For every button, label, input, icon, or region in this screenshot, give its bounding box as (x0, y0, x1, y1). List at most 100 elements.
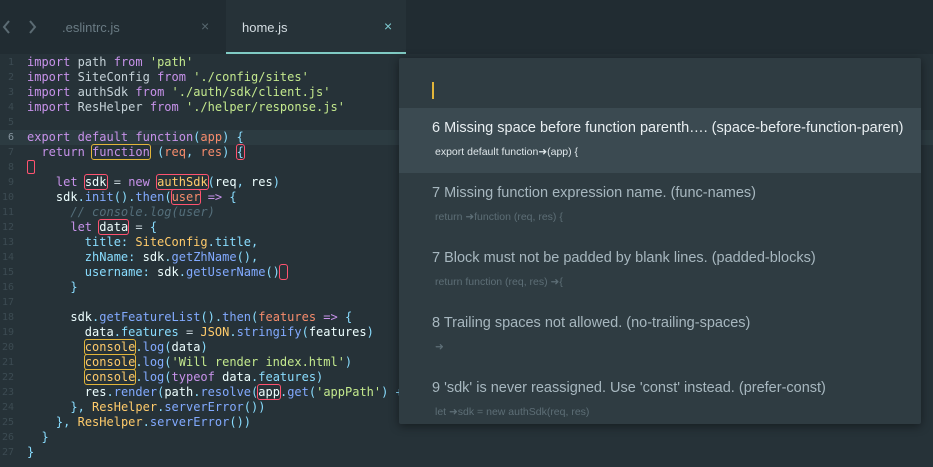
code-token: path (70, 55, 114, 69)
result-title: 8 Trailing spaces not allowed. (no-trail… (432, 315, 751, 331)
code-token: authSdk (70, 85, 136, 99)
code-token: from (149, 100, 179, 114)
code-token: ) (272, 175, 280, 189)
code-token: log (142, 370, 165, 384)
result-title: 7 Missing function expression name. (fun… (432, 185, 756, 201)
code-token: res (251, 175, 273, 189)
code-token: . (207, 235, 215, 249)
close-icon[interactable]: × (384, 19, 392, 33)
code-line: } (27, 445, 34, 460)
code-token: { (337, 310, 353, 324)
code-token: . (135, 340, 143, 354)
code-token: getFeatureList (99, 310, 201, 324)
code-token: features (258, 370, 317, 384)
line-number: 3 (7, 87, 14, 98)
tab-home-js[interactable]: home.js × (226, 0, 406, 54)
tab-eslintrc[interactable]: .eslintrc.js × (0, 0, 226, 54)
code-line: }, ResHelper.serverError()) (27, 415, 251, 430)
code-line: zhName: sdk.getZhName(), (27, 250, 258, 265)
line-number: 23 (1, 387, 14, 398)
code-token: . (135, 355, 143, 369)
palette-result[interactable]: 6 Missing space before function parenth…… (399, 108, 921, 173)
palette-result[interactable]: 8 Trailing spaces not allowed. (no-trail… (399, 303, 921, 368)
tab-bar: .eslintrc.js × home.js × (0, 0, 933, 54)
palette-result[interactable]: 9 'sdk' is never reassigned. Use 'const'… (399, 368, 921, 433)
code-token: app (257, 384, 281, 400)
code-line: res.render(path.resolve(app.get('appPath… (27, 384, 403, 400)
tab-label: home.js (242, 20, 288, 35)
code-line: } (27, 430, 48, 445)
code-token: . (164, 250, 172, 264)
code-token: zhName (84, 250, 129, 264)
line-number: 10 (1, 192, 14, 203)
line-number: 20 (1, 342, 14, 353)
code-token: './helper/response.js' (185, 100, 345, 114)
code-token: ) (316, 370, 324, 384)
code-token (278, 264, 289, 280)
code-token: ( (301, 325, 309, 339)
line-number: 14 (1, 252, 14, 263)
result-title: 7 Block must not be padded by blank line… (432, 250, 816, 266)
code-token: , (185, 145, 201, 159)
code-token: ) (366, 325, 374, 339)
code-token: : (128, 250, 143, 264)
code-token: sdk (55, 190, 78, 204)
code-token: username (84, 265, 143, 279)
line-number: 6 (7, 132, 14, 143)
code-token: => (323, 310, 338, 324)
code-token: path (164, 385, 194, 399)
code-token: import (27, 100, 71, 114)
code-token: = (178, 325, 201, 339)
line-number: 5 (7, 117, 14, 128)
code-token: getUserName (185, 265, 266, 279)
code-token: function (135, 130, 194, 144)
line-number-gutter: 1 2 3 4 5 6 7 8 9 10 11 12 13 14 15 16 17 18 19 20 21 22 23 24 2… (0, 54, 20, 467)
code-token: render (113, 385, 158, 399)
lint-results-palette: 6 Missing space before function parenth…… (399, 58, 921, 424)
result-title: 9 'sdk' is never reassigned. Use 'const'… (432, 380, 826, 396)
line-number: 19 (1, 327, 14, 338)
code-token: app (200, 130, 223, 144)
palette-result[interactable]: 7 Missing function expression name. (fun… (399, 173, 921, 238)
code-token: { (222, 190, 237, 204)
palette-search-input[interactable] (432, 82, 890, 117)
palette-result[interactable]: 7 Block must not be padded by blank line… (399, 238, 921, 303)
code-token: . (106, 385, 114, 399)
code-token: new (128, 175, 158, 189)
line-number: 25 (1, 417, 14, 428)
code-token: () (265, 265, 280, 279)
code-line: // console.log(user) (27, 205, 215, 220)
code-token: sdk (157, 265, 179, 279)
code-token: SiteConfig (135, 235, 208, 249)
code-token: (). (200, 310, 223, 324)
code-token: './auth/sdk/client.js' (171, 85, 331, 99)
code-token: ResHelper (92, 400, 158, 414)
code-token: . (178, 265, 186, 279)
code-token: SiteConfig (70, 70, 158, 84)
tab-label: .eslintrc.js (62, 20, 120, 35)
code-token: import (27, 55, 71, 69)
code-token: . (229, 325, 237, 339)
code-line: data.features = JSON.stringify(features) (27, 325, 374, 340)
code-token: from (113, 55, 143, 69)
code-token: title (84, 235, 121, 249)
code-token: log (142, 355, 165, 369)
close-icon[interactable]: × (201, 19, 209, 33)
